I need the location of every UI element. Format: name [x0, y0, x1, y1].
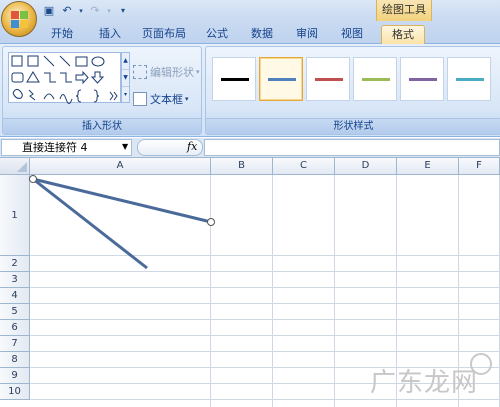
drawing-tools-context-label: 绘图工具	[376, 0, 432, 21]
arrow-line-shape-icon	[59, 55, 71, 67]
tab-view[interactable]: 视图	[334, 25, 370, 44]
tab-data[interactable]: 数据	[244, 25, 280, 44]
save-icon[interactable]: ▣	[42, 4, 56, 18]
insert-shapes-group-label: 插入形状	[3, 118, 201, 134]
tab-home[interactable]: 开始	[44, 25, 80, 44]
shapes-gallery[interactable]	[8, 52, 121, 104]
right-arrow-shape-icon	[75, 70, 89, 85]
insert-function-button[interactable]: fx	[187, 140, 197, 153]
worksheet-grid[interactable]: ABCDEF 1 2 3 4 5 6 7 8 9 10 广东龙网	[0, 158, 500, 407]
edit-shape-icon	[133, 65, 147, 79]
shape-styles-group: 形状样式	[205, 46, 500, 135]
textbox-shape-icon	[11, 55, 23, 67]
textbox-button[interactable]: 文本框 ▾	[133, 90, 189, 108]
rounded-rect-shape-icon	[11, 72, 24, 83]
gallery-down-icon[interactable]: ▼	[122, 70, 129, 87]
right-brace-shape-icon	[93, 89, 100, 103]
textbox-dropdown-icon: ▾	[185, 95, 189, 103]
line-shape-icon	[43, 55, 55, 67]
shape-style-line-preview	[315, 78, 343, 81]
redo-icon[interactable]: ↷	[88, 4, 102, 18]
elbow-arrow-connector-icon	[60, 72, 72, 83]
freeform-shape-icon	[12, 88, 23, 99]
undo-icon[interactable]: ↶	[60, 4, 74, 18]
office-logo-icon	[11, 11, 28, 28]
shape-styles-group-label: 形状样式	[206, 118, 500, 134]
shape-style-line-preview	[362, 78, 390, 81]
gallery-more-icon[interactable]: ▾	[122, 87, 129, 104]
shape-style-tile[interactable]	[259, 57, 303, 101]
connector-start-handle[interactable]	[29, 175, 37, 183]
formula-bar: 直接连接符 4 ▼ fx	[0, 138, 500, 158]
oval-shape-icon	[91, 56, 105, 67]
shapes-gallery-icons	[11, 55, 118, 104]
shape-style-line-preview	[409, 78, 437, 81]
insert-shapes-group: ▲ ▼ ▾ 编辑形状 ▾ 文本框 ▾ 插入形状	[2, 46, 202, 135]
redo-dropdown-icon[interactable]: ▾	[106, 4, 112, 18]
ribbon-body: ▲ ▼ ▾ 编辑形状 ▾ 文本框 ▾ 插入形状 形状样式	[0, 44, 500, 137]
rectangle-shape-icon	[75, 56, 88, 67]
down-arrow-shape-icon	[90, 71, 105, 84]
elbow-connector-icon	[44, 72, 56, 83]
quick-access-toolbar: ▣ ↶ ▾ ↷ ▾ ▾	[42, 3, 134, 18]
shape-style-tile[interactable]	[306, 57, 350, 101]
tab-review[interactable]: 审阅	[289, 25, 325, 44]
name-box-dropdown-icon[interactable]: ▼	[122, 142, 128, 151]
tab-insert[interactable]: 插入	[92, 25, 128, 44]
shape-style-tile[interactable]	[400, 57, 444, 101]
shape-style-tile[interactable]	[353, 57, 397, 101]
office-button[interactable]	[1, 1, 37, 37]
tab-formulas[interactable]: 公式	[199, 25, 235, 44]
textbox-icon	[133, 92, 147, 106]
curve-shape-icon	[59, 94, 73, 104]
qat-dropdown-icon[interactable]: ▾	[116, 4, 130, 18]
gallery-up-icon[interactable]: ▲	[122, 53, 129, 70]
left-brace-shape-icon	[75, 89, 82, 103]
triangle-shape-icon	[26, 71, 40, 83]
watermark-text: 广东龙网	[369, 368, 478, 398]
ribbon-tabs: 开始 插入 页面布局 公式 数据 审阅 视图 格式	[0, 21, 500, 44]
shape-style-tile[interactable]	[447, 57, 491, 101]
shape-style-line-preview	[268, 78, 296, 81]
shape-style-tile[interactable]	[212, 57, 256, 101]
arc-shape-icon	[43, 93, 55, 100]
shapes-gallery-scroll[interactable]: ▲ ▼ ▾	[121, 52, 130, 103]
vertical-textbox-shape-icon	[27, 55, 39, 67]
edit-shape-dropdown-icon: ▾	[196, 68, 200, 76]
edit-shape-button[interactable]: 编辑形状 ▾	[133, 63, 200, 81]
title-bar: ▣ ↶ ▾ ↷ ▾ ▾ 绘图工具	[0, 0, 500, 37]
connector-end-handle[interactable]	[207, 218, 215, 226]
lightning-shape-icon	[28, 89, 36, 101]
shape-style-line-preview	[221, 78, 249, 81]
tab-format[interactable]: 格式	[381, 25, 425, 44]
name-box[interactable]: 直接连接符 4	[1, 139, 132, 156]
tab-page-layout[interactable]: 页面布局	[137, 25, 191, 44]
edit-shape-label: 编辑形状	[150, 66, 194, 79]
formula-input[interactable]	[204, 139, 500, 156]
textbox-label: 文本框	[150, 93, 183, 106]
shape-style-line-preview	[456, 78, 484, 81]
undo-dropdown-icon[interactable]: ▾	[78, 4, 84, 18]
star-shape-icon	[109, 91, 118, 101]
